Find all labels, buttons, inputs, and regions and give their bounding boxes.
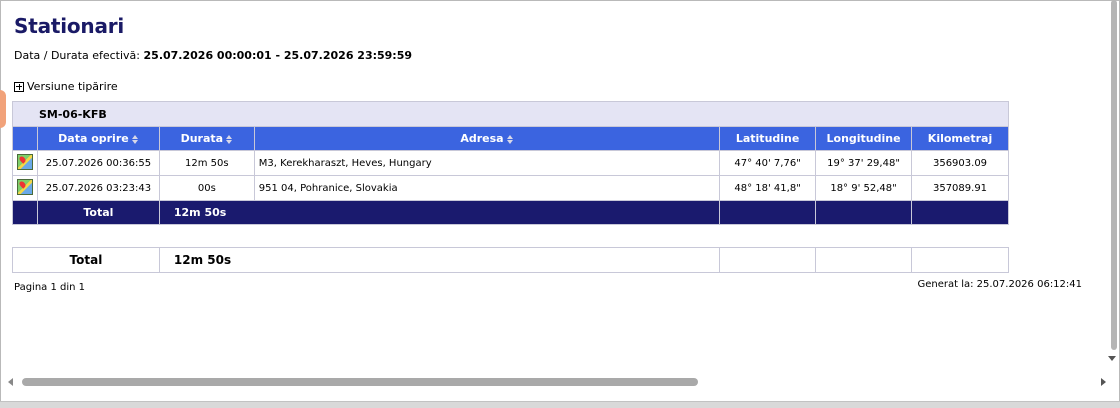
sort-icon[interactable]	[131, 134, 139, 144]
column-header-duration[interactable]: Durata	[158, 126, 255, 151]
vertical-scroll-thumb[interactable]	[1111, 0, 1117, 350]
address-cell: 951 04, Pohranice, Slovakia	[253, 175, 721, 201]
vehicle-group-row: SM-06-KFB	[12, 101, 1009, 127]
group-total-row: Total 12m 50s	[12, 200, 1009, 225]
stop-date-cell: 25.07.2026 00:36:55	[36, 150, 160, 176]
grand-total-row: Total 12m 50s	[12, 247, 1009, 273]
odometer-cell: 357089.91	[911, 175, 1009, 201]
pagination-info: Pagina 1 din 1	[14, 282, 86, 293]
vertical-scrollbar[interactable]	[1108, 0, 1118, 361]
report-period: Data / Durata efectivă: 25.07.2026 00:00…	[14, 49, 412, 62]
group-total-label: Total	[36, 200, 160, 225]
generated-timestamp: Generat la: 25.07.2026 06:12:41	[917, 279, 1082, 290]
map-icon[interactable]	[16, 153, 33, 170]
icon-column-header	[12, 126, 38, 151]
sort-icon[interactable]	[506, 134, 514, 144]
horizontal-scroll-thumb[interactable]	[22, 378, 698, 386]
window-bottom-bar	[0, 401, 1120, 408]
scroll-left-arrow-icon[interactable]	[8, 378, 13, 386]
table-row: 25.07.2026 03:23:43 00s 951 04, Pohranic…	[12, 175, 1009, 201]
print-version-label[interactable]: Versiune tipărire	[27, 80, 118, 93]
side-panel-tab[interactable]	[0, 90, 6, 128]
grand-total-table: Total 12m 50s	[12, 247, 1009, 273]
duration-cell: 00s	[158, 175, 255, 201]
table-row: 25.07.2026 00:36:55 12m 50s M3, Kerekhar…	[12, 150, 1009, 176]
latitude-cell: 48° 18' 41,8"	[719, 175, 817, 201]
horizontal-scrollbar[interactable]	[4, 376, 1106, 388]
group-total-duration: 12m 50s	[158, 200, 721, 225]
period-label: Data / Durata efectivă:	[14, 49, 141, 62]
column-header-address[interactable]: Adresa	[253, 126, 721, 151]
latitude-cell: 47° 40' 7,76"	[719, 150, 817, 176]
print-version-toggle[interactable]: Versiune tipărire	[14, 80, 118, 93]
column-header-odometer: Kilometraj	[911, 126, 1009, 151]
table-header-row: Data oprire Durata Adresa Latitudine Lon…	[12, 126, 1009, 151]
odometer-cell: 356903.09	[911, 150, 1009, 176]
duration-cell: 12m 50s	[158, 150, 255, 176]
sort-icon[interactable]	[226, 134, 233, 144]
scroll-right-arrow-icon[interactable]	[1101, 378, 1106, 386]
longitude-cell: 18° 9' 52,48"	[815, 175, 913, 201]
column-header-stop-date[interactable]: Data oprire	[36, 126, 160, 151]
page-title: Stationari	[14, 14, 125, 38]
address-cell: M3, Kerekharaszt, Heves, Hungary	[253, 150, 721, 176]
expand-plus-icon[interactable]	[14, 81, 24, 92]
scroll-down-arrow-icon[interactable]	[1108, 356, 1116, 361]
map-icon[interactable]	[16, 178, 33, 195]
stops-table: SM-06-KFB Data oprire Durata Adresa Lati…	[12, 101, 1009, 225]
stop-date-cell: 25.07.2026 03:23:43	[36, 175, 160, 201]
grand-total-label: Total	[12, 247, 160, 273]
vehicle-plate: SM-06-KFB	[12, 101, 1009, 127]
longitude-cell: 19° 37' 29,48"	[815, 150, 913, 176]
report-content: Stationari Data / Durata efectivă: 25.07…	[12, 0, 1108, 372]
period-value: 25.07.2026 00:00:01 - 25.07.2026 23:59:5…	[143, 49, 413, 62]
column-header-latitude: Latitudine	[719, 126, 817, 151]
grand-total-duration: 12m 50s	[158, 247, 721, 273]
column-header-longitude: Longitudine	[815, 126, 913, 151]
